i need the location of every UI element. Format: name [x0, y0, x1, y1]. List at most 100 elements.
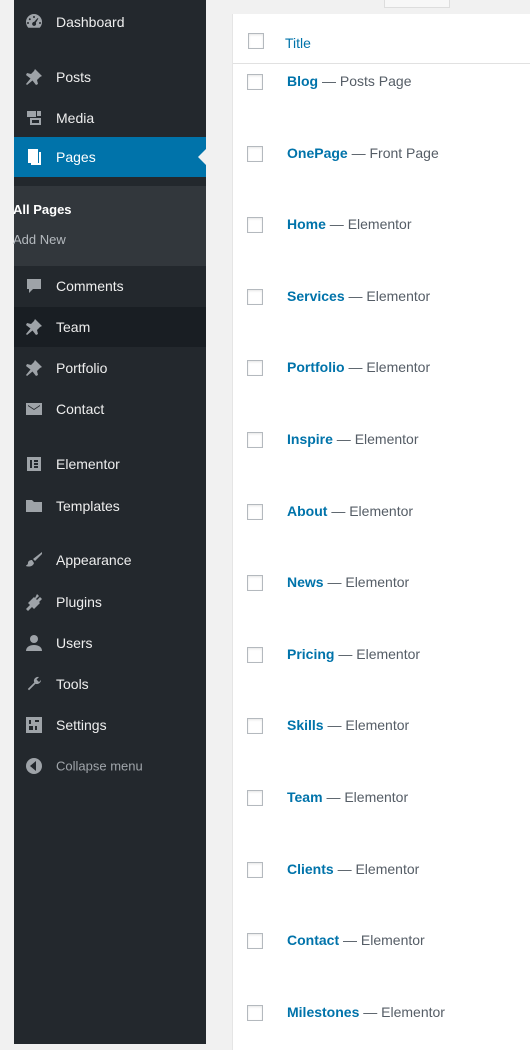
menu-templates[interactable]: Templates	[14, 486, 206, 526]
menu-tools[interactable]: Tools	[14, 664, 206, 704]
menu-templates-label: Templates	[56, 498, 120, 514]
row-title: Services — Elementor	[287, 288, 430, 304]
title-separator: —	[348, 287, 363, 304]
row-checkbox[interactable]	[247, 718, 263, 735]
menu-plugins[interactable]: Plugins	[14, 582, 206, 622]
menu-media[interactable]: Media	[14, 98, 206, 138]
page-state: Elementor	[344, 789, 409, 805]
submenu-all-pages[interactable]: All Pages	[13, 202, 72, 217]
menu-portfolio[interactable]: Portfolio	[14, 348, 206, 388]
row-checkbox[interactable]	[247, 933, 263, 950]
user-icon	[24, 633, 44, 653]
pin-icon	[24, 317, 44, 337]
menu-comments[interactable]: Comments	[14, 266, 206, 306]
page-title-link[interactable]: Services	[287, 288, 345, 304]
pages-table: Title Blog — Posts Page OnePage — Front P…	[232, 14, 530, 1050]
table-row: Clients — Elementor	[233, 853, 530, 925]
title-separator: —	[348, 359, 363, 376]
row-checkbox[interactable]	[247, 503, 263, 520]
table-header: Title	[233, 14, 530, 64]
page-title-link[interactable]: About	[287, 503, 327, 519]
collapse-menu-button[interactable]: Collapse menu	[14, 746, 206, 786]
menu-settings[interactable]: Settings	[14, 705, 206, 745]
row-checkbox[interactable]	[247, 1004, 263, 1021]
menu-posts-label: Posts	[56, 69, 92, 85]
page-title-link[interactable]: Home	[287, 216, 326, 232]
page-state: Elementor	[360, 932, 425, 949]
page-title-link[interactable]: Contact	[287, 932, 339, 948]
table-row: Home — Elementor	[233, 208, 530, 280]
page-title-link[interactable]: Milestones	[287, 1004, 359, 1020]
table-row: Skills — Elementor	[233, 709, 530, 781]
menu-tools-label: Tools	[56, 676, 89, 692]
menu-contact[interactable]: Contact	[14, 389, 206, 429]
table-row: News — Elementor	[233, 566, 530, 638]
title-separator: —	[329, 216, 344, 233]
row-title: Inspire — Elementor	[287, 431, 419, 447]
wrench-icon	[24, 674, 44, 694]
page-title-link[interactable]: News	[287, 574, 324, 590]
menu-elementor-label: Elementor	[56, 456, 120, 472]
pages-icon	[24, 147, 44, 167]
row-checkbox[interactable]	[247, 217, 263, 234]
select-all-checkbox[interactable]	[248, 33, 264, 49]
row-title: Skills — Elementor	[287, 717, 409, 733]
page-state: Elementor	[349, 502, 414, 519]
row-checkbox[interactable]	[247, 790, 263, 806]
page-title-link[interactable]: Clients	[287, 861, 334, 877]
title-separator: —	[337, 860, 352, 877]
row-checkbox[interactable]	[247, 360, 263, 377]
page-state: Elementor	[366, 359, 431, 376]
menu-team[interactable]: Team	[14, 307, 206, 347]
envelope-icon	[24, 399, 44, 419]
page-title-link[interactable]: Team	[287, 789, 323, 805]
title-separator: —	[327, 574, 342, 591]
menu-posts[interactable]: Posts	[14, 57, 206, 97]
submenu-add-new[interactable]: Add New	[13, 232, 66, 247]
elementor-icon	[24, 454, 44, 474]
menu-pages[interactable]: Pages	[14, 137, 206, 177]
page-state: Elementor	[381, 1003, 445, 1020]
column-title-header[interactable]: Title	[285, 35, 311, 51]
comment-icon	[24, 276, 44, 296]
row-checkbox[interactable]	[247, 575, 263, 592]
menu-dashboard[interactable]: Dashboard	[14, 2, 206, 42]
page-state: Elementor	[355, 860, 420, 877]
page-title-link[interactable]: OnePage	[287, 145, 348, 161]
media-icon	[24, 108, 44, 128]
title-separator: —	[336, 431, 351, 447]
row-checkbox[interactable]	[247, 861, 263, 878]
page-title-link[interactable]: Skills	[287, 717, 324, 733]
page-title-link[interactable]: Blog	[287, 73, 318, 89]
row-title: Home — Elementor	[287, 216, 412, 232]
table-row: Services — Elementor	[233, 280, 530, 352]
table-row: Milestones — Elementor	[233, 996, 530, 1050]
row-checkbox[interactable]	[247, 432, 263, 448]
page-state: Elementor	[345, 717, 410, 734]
title-separator: —	[331, 502, 346, 519]
page-title-link[interactable]: Portfolio	[287, 359, 345, 375]
menu-contact-label: Contact	[56, 401, 105, 417]
page-state: Elementor	[366, 287, 431, 304]
menu-pages-label: Pages	[56, 149, 96, 165]
menu-dashboard-label: Dashboard	[56, 14, 125, 30]
top-control-edge	[384, 0, 450, 8]
menu-users[interactable]: Users	[14, 623, 206, 663]
table-row: Team — Elementor	[233, 781, 530, 853]
row-checkbox[interactable]	[247, 646, 263, 663]
menu-settings-label: Settings	[56, 717, 107, 733]
row-checkbox[interactable]	[247, 288, 263, 305]
page-title-link[interactable]: Inspire	[287, 431, 333, 447]
menu-elementor[interactable]: Elementor	[14, 444, 206, 484]
menu-media-label: Media	[56, 110, 95, 126]
menu-appearance[interactable]: Appearance	[14, 540, 206, 580]
title-separator: —	[326, 789, 341, 805]
page-state: Elementor	[347, 216, 412, 233]
page-title-link[interactable]: Pricing	[287, 646, 334, 662]
pin-icon	[24, 67, 44, 87]
menu-portfolio-label: Portfolio	[56, 360, 108, 376]
title-separator: —	[327, 717, 342, 734]
row-checkbox[interactable]	[247, 74, 263, 90]
page-state: Front Page	[369, 144, 439, 161]
row-checkbox[interactable]	[247, 145, 263, 162]
